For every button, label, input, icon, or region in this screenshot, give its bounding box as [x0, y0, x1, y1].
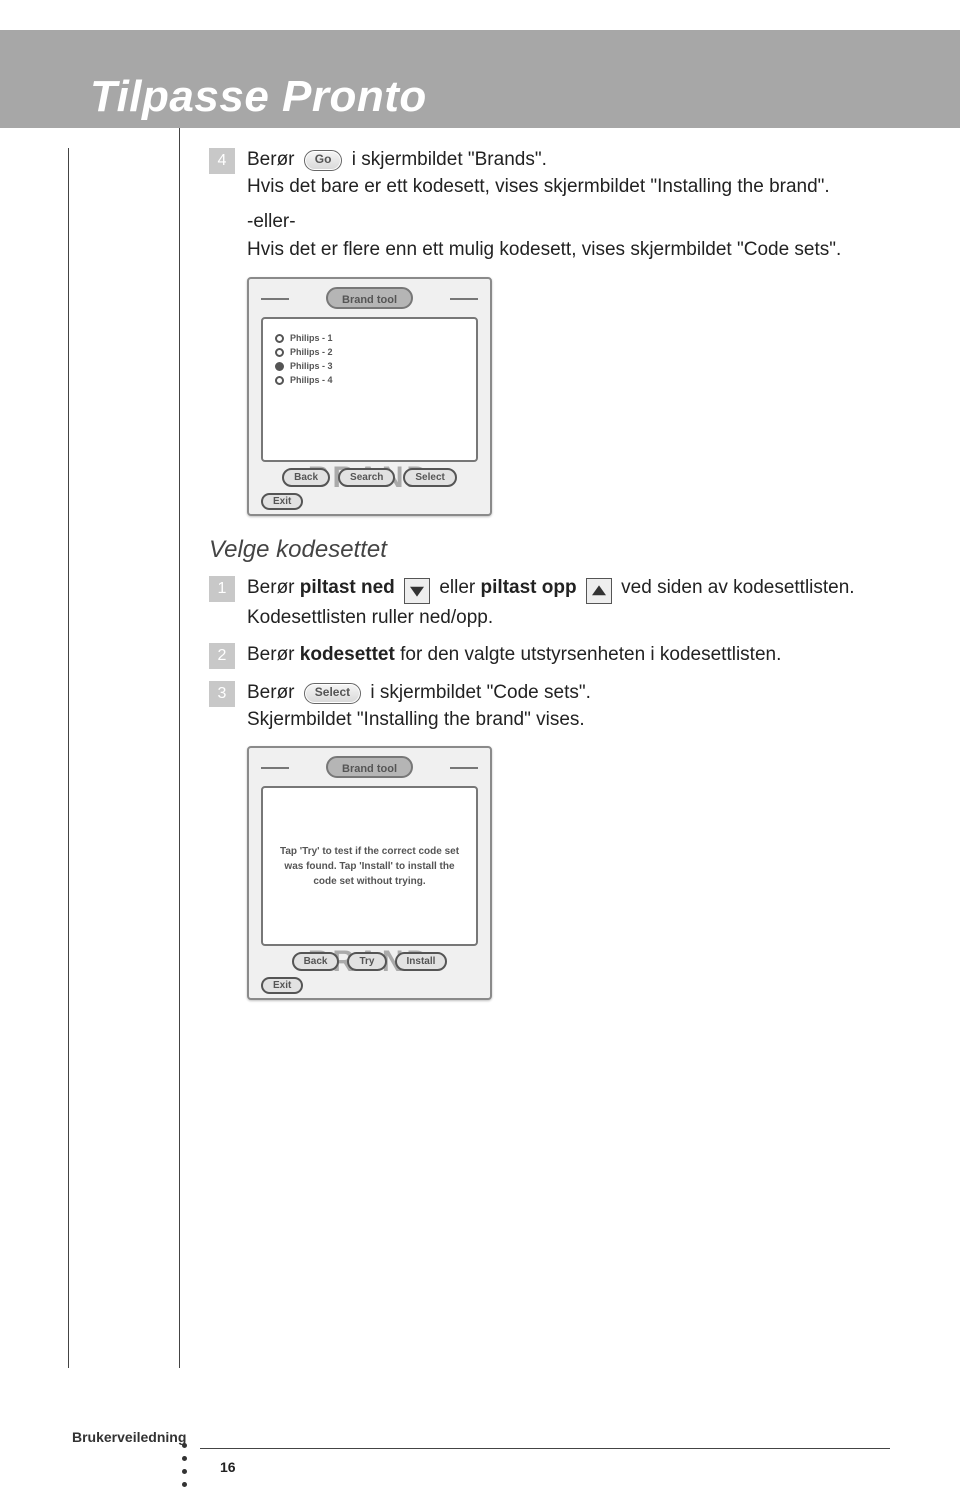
list-item[interactable]: Philips - 4 — [275, 375, 464, 385]
step-text: kodesettet — [300, 644, 395, 665]
step-2: 2 Berør kodesettet for den valgte utstyr… — [209, 643, 909, 669]
page-number: 16 — [220, 1459, 236, 1475]
try-button[interactable]: Try — [347, 952, 386, 971]
step-text: piltast ned — [300, 577, 395, 598]
step-text: Hvis det bare er ett kodesett, vises skj… — [247, 175, 909, 200]
device-title: Brand tool — [326, 756, 413, 778]
step-text: piltast opp — [481, 577, 577, 598]
step-text: for den valgte utstyrsenheten i kodesett… — [400, 644, 781, 665]
step-text: Berør — [247, 149, 295, 170]
or-text: Hvis det er flere enn ett mulig kodesett… — [247, 239, 909, 261]
device-title: Brand tool — [326, 287, 413, 309]
step-3: 3 Berør Select i skjermbildet "Code sets… — [209, 681, 909, 732]
list-item[interactable]: Philips - 2 — [275, 347, 464, 357]
step-text: Kodesettlisten ruller ned/opp. — [247, 606, 909, 631]
back-button[interactable]: Back — [282, 468, 330, 487]
step-number: 3 — [209, 681, 235, 707]
step-number: 2 — [209, 643, 235, 669]
exit-button[interactable]: Exit — [261, 977, 303, 994]
search-button[interactable]: Search — [338, 468, 395, 487]
footer-label: Brukerveiledning — [72, 1429, 186, 1445]
page-title: Tilpasse Pronto — [90, 72, 427, 122]
step-text: Berør — [247, 682, 295, 703]
go-button[interactable]: Go — [304, 150, 343, 171]
page-header: Tilpasse Pronto — [0, 30, 960, 128]
step-text: Berør — [247, 577, 295, 598]
step-text: i skjermbildet "Code sets". — [370, 682, 590, 703]
device-screenshot-install: Brand tool Tap 'Try' to test if the corr… — [247, 746, 492, 1000]
arrow-down-icon[interactable] — [404, 578, 430, 604]
footer-dots — [182, 1443, 187, 1487]
exit-button[interactable]: Exit — [261, 493, 303, 510]
list-item[interactable]: Philips - 1 — [275, 333, 464, 343]
step-number: 1 — [209, 576, 235, 602]
arrow-up-icon[interactable] — [586, 578, 612, 604]
list-item[interactable]: Philips - 3 — [275, 361, 464, 371]
or-label: -eller- — [247, 211, 909, 233]
step-4: 4 Berør Go i skjermbildet "Brands". Hvis… — [209, 148, 909, 199]
device-screenshot-codesets: Brand tool Philips - 1 Philips - 2 Phili… — [247, 277, 492, 516]
step-text: ved siden av kodesettlisten. — [621, 577, 854, 598]
step-text: Berør — [247, 644, 295, 665]
step-number: 4 — [209, 148, 235, 174]
select-button[interactable]: Select — [403, 468, 456, 487]
section-subheading: Velge kodesettet — [209, 536, 909, 564]
device-message: Tap 'Try' to test if the correct code se… — [280, 844, 460, 889]
back-button[interactable]: Back — [292, 952, 340, 971]
step-text: eller — [439, 577, 475, 598]
page-content: 4 Berør Go i skjermbildet "Brands". Hvis… — [209, 148, 909, 1000]
footer-rule — [200, 1448, 890, 1449]
select-button[interactable]: Select — [304, 683, 361, 704]
vertical-rule — [179, 128, 180, 1368]
step-1: 1 Berør piltast ned eller piltast opp ve… — [209, 576, 909, 631]
step-text: Skjermbildet "Installing the brand" vise… — [247, 708, 909, 733]
install-button[interactable]: Install — [395, 952, 448, 971]
step-text: i skjermbildet "Brands". — [352, 149, 547, 170]
